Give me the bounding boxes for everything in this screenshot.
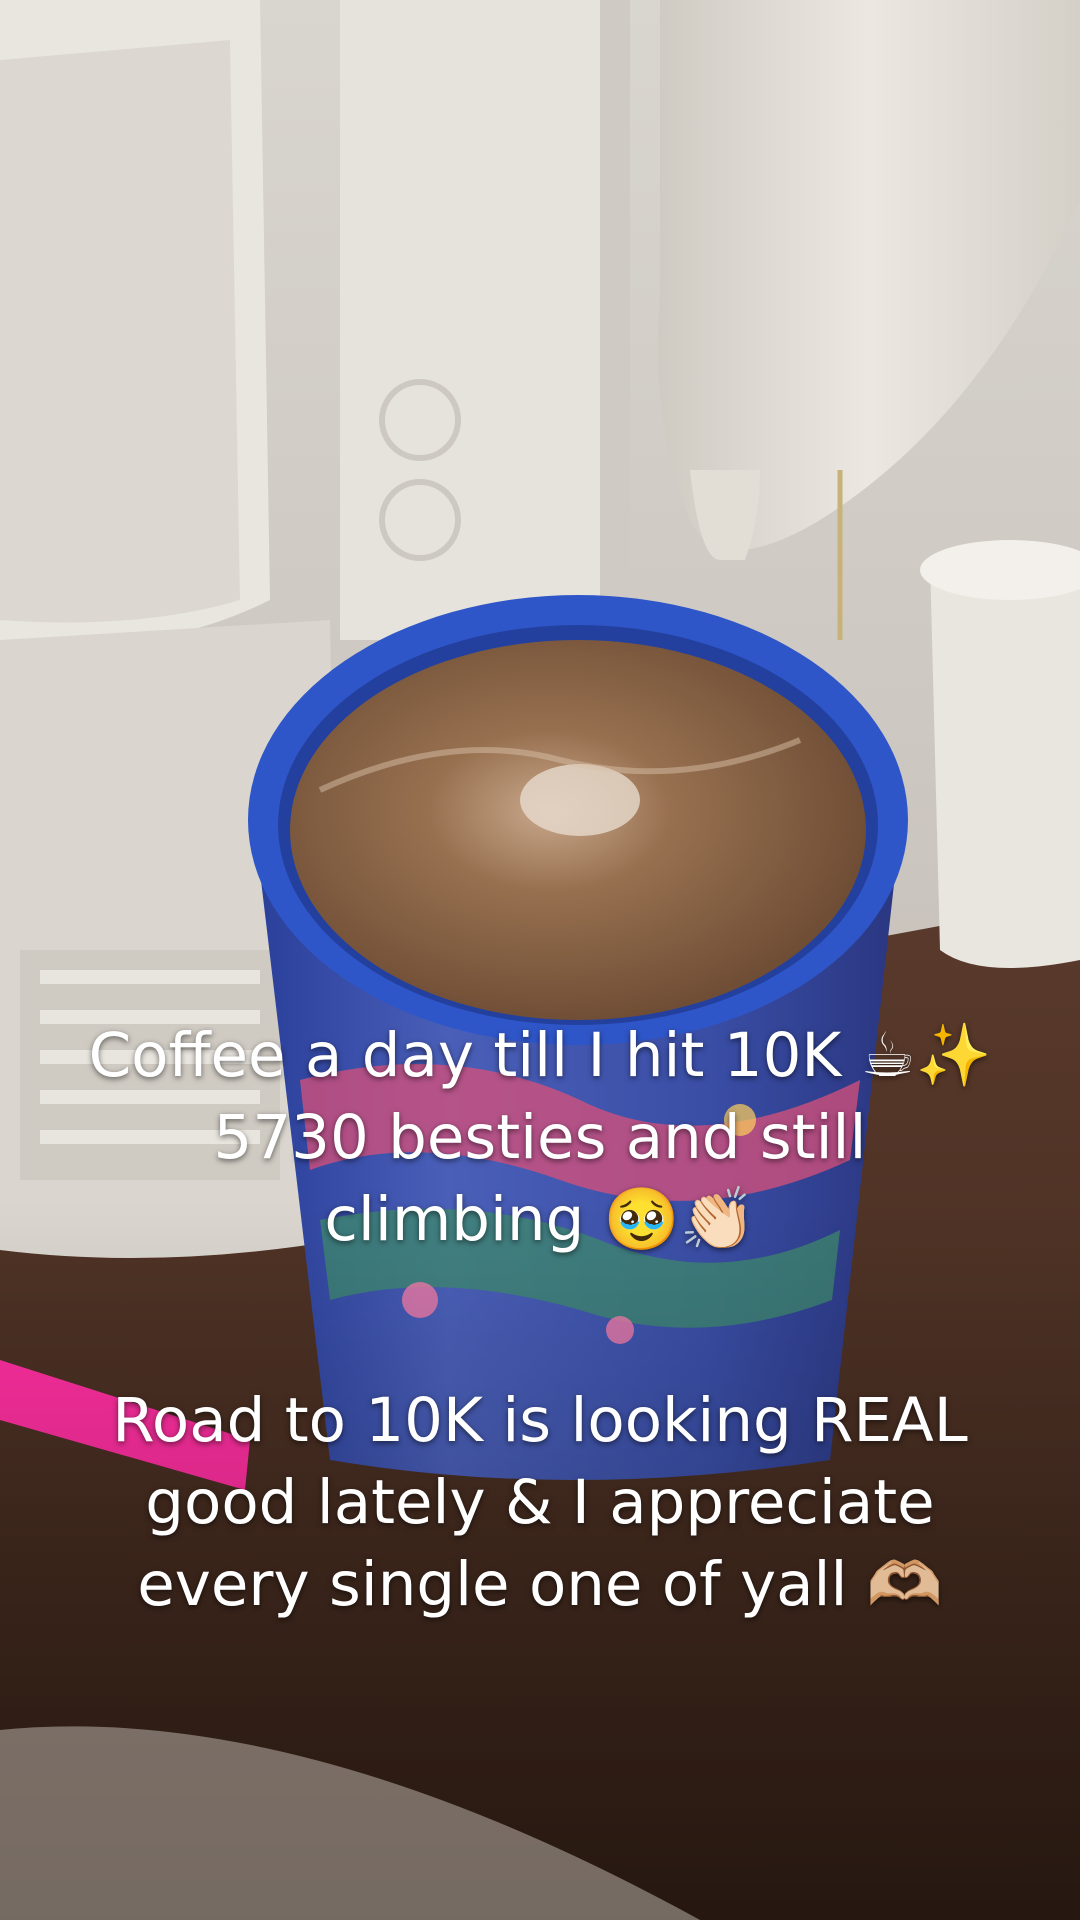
caption-line: climbing 🥹👏🏻 <box>324 1184 756 1255</box>
caption-line: every single one of yall 🫶🏼 <box>137 1549 943 1620</box>
coffee-photo <box>0 0 1080 1920</box>
caption-line: Road to 10K is looking REAL <box>112 1385 968 1456</box>
caption-line: Coffee a day till I hit 10K ☕✨ <box>88 1020 992 1091</box>
caption-block-2: Road to 10K is looking REAL good lately … <box>0 1380 1080 1626</box>
caption-line: good lately & I appreciate <box>145 1467 935 1538</box>
photo-scene: Coffee a day till I hit 10K ☕✨ 5730 best… <box>0 0 1080 1920</box>
caption-line: 5730 besties and still <box>213 1102 867 1173</box>
caption-block-1: Coffee a day till I hit 10K ☕✨ 5730 best… <box>0 1015 1080 1261</box>
